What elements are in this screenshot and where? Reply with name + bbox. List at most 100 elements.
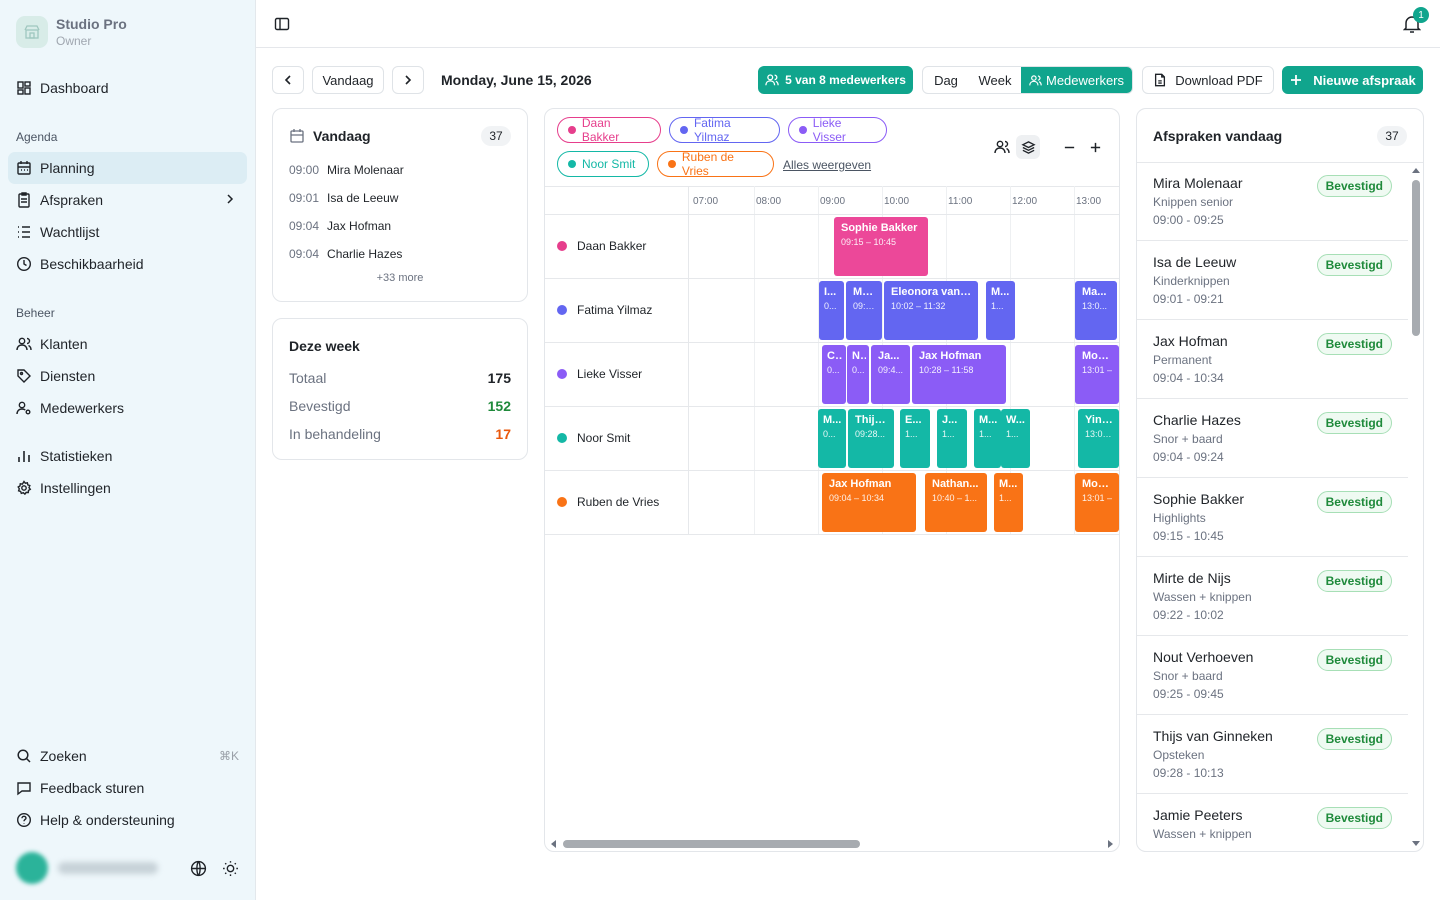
appointment-block[interactable]: M... 0... xyxy=(818,409,846,468)
appointment-block[interactable]: J... 1... xyxy=(937,409,967,468)
show-all-link[interactable]: Alles weergeven xyxy=(783,158,871,172)
staff-color-dot xyxy=(557,369,567,379)
staff-row-label: Fatima Yilmaz xyxy=(557,303,652,317)
appointment-time: 09:15 – 10:45 xyxy=(841,237,897,247)
help-icon xyxy=(16,812,32,828)
appointment-list-item[interactable]: Jax Hofman Permanent 09:04 - 10:34 Bevestig… xyxy=(1137,320,1408,399)
sidebar-item-planning[interactable]: Planning xyxy=(8,152,247,184)
download-pdf-button[interactable]: Download PDF xyxy=(1142,66,1274,94)
sidebar-item-diensten[interactable]: Diensten xyxy=(8,360,247,392)
appointment-block[interactable]: I... 0... xyxy=(819,281,844,340)
today-row[interactable]: 09:04 Jax Hofman xyxy=(289,219,391,233)
staff-chip[interactable]: Lieke Visser xyxy=(788,116,887,144)
appointment-list-item[interactable]: Jamie Peeters Wassen + knippen Bevestigd xyxy=(1137,794,1408,852)
appointment-client: Ma... xyxy=(1082,286,1107,298)
staff-chip[interactable]: Noor Smit xyxy=(557,151,649,177)
appointment-block[interactable]: Moham 13:01 – xyxy=(1075,345,1119,404)
next-day-button[interactable] xyxy=(392,66,424,94)
sidebar-item-afspraken[interactable]: Afspraken xyxy=(8,184,247,216)
today-row[interactable]: 09:04 Charlie Hazes xyxy=(289,247,402,261)
horizontal-scrollbar[interactable] xyxy=(548,838,1116,850)
scroll-up-icon[interactable] xyxy=(1412,167,1420,175)
appointment-block[interactable]: E... 1... xyxy=(900,409,930,468)
appointment-client: E... xyxy=(905,414,922,426)
prev-day-button[interactable] xyxy=(272,66,304,94)
appointment-list-item[interactable]: Nout Verhoeven Snor + baard 09:25 - 09:45 B… xyxy=(1137,636,1408,715)
sidebar-item-help[interactable]: Help & ondersteuning xyxy=(8,804,247,836)
appointment-block[interactable]: Eleonora van ... 10:02 – 11:32 xyxy=(884,281,978,340)
sun-icon[interactable] xyxy=(222,860,239,880)
appointment-time-range: 09:15 - 10:45 xyxy=(1153,529,1224,543)
service-name: Knippen senior xyxy=(1153,195,1234,209)
status-badge: Bevestigd xyxy=(1316,333,1392,355)
sidebar-toggle-icon[interactable] xyxy=(274,16,290,32)
appointment-client: Jax Hofman xyxy=(919,350,982,362)
sidebar-item-medewerkers[interactable]: Medewerkers xyxy=(8,392,247,424)
today-row[interactable]: 09:01 Isa de Leeuw xyxy=(289,191,398,205)
scrollbar-thumb[interactable] xyxy=(563,840,860,848)
staff-color-dot xyxy=(557,497,567,507)
appointment-block[interactable]: M... 1... xyxy=(974,409,1001,468)
appointment-block[interactable]: W... 1... xyxy=(1001,409,1030,468)
staff-column-divider xyxy=(688,186,689,534)
view-staff-tab[interactable]: Medewerkers xyxy=(1021,67,1132,93)
appointment-block[interactable]: M... 1... xyxy=(986,281,1015,340)
appointment-time: 10:40 – 1... xyxy=(932,493,978,503)
scroll-left-icon[interactable] xyxy=(550,840,558,848)
sidebar-item-label: Help & ondersteuning xyxy=(40,812,175,828)
new-appointment-button[interactable]: Nieuwe afspraak xyxy=(1282,66,1423,94)
sidebar-item-feedback[interactable]: Feedback sturen xyxy=(8,772,247,804)
appointment-block[interactable]: C... 0... xyxy=(822,345,846,404)
appointment-block[interactable]: N... 0... xyxy=(847,345,869,404)
scroll-right-icon[interactable] xyxy=(1106,840,1114,848)
vertical-scrollbar[interactable] xyxy=(1409,163,1423,851)
sidebar-item-statistieken[interactable]: Statistieken xyxy=(8,440,247,472)
appointment-time: 1... xyxy=(999,493,1012,503)
appointment-block[interactable]: Ja... 09:4... xyxy=(871,345,910,404)
brand[interactable]: Studio Pro Owner xyxy=(16,16,127,48)
staff-filter-button[interactable]: 5 van 8 medewerkers xyxy=(758,66,913,94)
today-row[interactable]: 09:00 Mira Molenaar xyxy=(289,163,404,177)
appointment-block[interactable]: Moham 13:01 – xyxy=(1075,473,1119,532)
appointment-list-item[interactable]: Mira Molenaar Knippen senior 09:00 - 09:25… xyxy=(1137,162,1408,241)
user-profile[interactable] xyxy=(16,852,240,884)
appointment-list-item[interactable]: Thijs van Ginneken Opsteken 09:28 - 10:13 B… xyxy=(1137,715,1408,794)
view-day-tab[interactable]: Dag xyxy=(923,67,969,93)
appointment-list-item[interactable]: Mirte de Nijs Wassen + knippen 09:22 - 10:… xyxy=(1137,557,1408,636)
scrollbar-thumb[interactable] xyxy=(1412,180,1420,336)
zoom-out-icon[interactable] xyxy=(1062,140,1076,154)
appointment-block[interactable]: Ma... 13:0... xyxy=(1075,281,1117,340)
staff-chip[interactable]: Fatima Yilmaz xyxy=(669,116,780,144)
appointment-list-item[interactable]: Sophie Bakker Highlights 09:15 - 10:45 Beve… xyxy=(1137,478,1408,557)
appointment-block[interactable]: M... 1... xyxy=(994,473,1023,532)
appointment-block[interactable]: Mir... 09:2... xyxy=(846,281,882,340)
sidebar-item-instellingen[interactable]: Instellingen xyxy=(8,472,247,504)
appointment-block[interactable]: Sophie Bakker 09:15 – 10:45 xyxy=(834,217,928,276)
staff-view-icon[interactable] xyxy=(993,139,1011,155)
appointment-list-item[interactable]: Isa de Leeuw Kinderknippen 09:01 - 09:21 Be… xyxy=(1137,241,1408,320)
today-button[interactable]: Vandaag xyxy=(312,66,384,94)
appointment-time: 13:01 – xyxy=(1082,365,1113,375)
sidebar-item-zoeken[interactable]: Zoeken ⌘K xyxy=(8,740,247,772)
sidebar-item-wachtlijst[interactable]: Wachtlijst xyxy=(8,216,247,248)
layers-icon[interactable] xyxy=(1016,135,1040,159)
staff-chip[interactable]: Daan Bakker xyxy=(557,116,661,144)
more-link[interactable]: +33 more xyxy=(273,272,527,284)
appointment-block[interactable]: Yint... 13:04... xyxy=(1078,409,1119,468)
globe-icon[interactable] xyxy=(190,860,207,880)
notification-bell[interactable]: 1 xyxy=(1403,7,1429,34)
appointment-block[interactable]: Nathan... 10:40 – 1... xyxy=(925,473,987,532)
sidebar-item-beschikbaarheid[interactable]: Beschikbaarheid xyxy=(8,248,247,280)
appointment-block[interactable]: Thijs... 09:28... xyxy=(848,409,894,468)
sidebar-item-klanten[interactable]: Klanten xyxy=(8,328,247,360)
sidebar-item-dashboard[interactable]: Dashboard xyxy=(8,72,247,104)
status-badge: Bevestigd xyxy=(1316,728,1392,750)
appointment-list-item[interactable]: Charlie Hazes Snor + baard 09:04 - 09:24 Be… xyxy=(1137,399,1408,478)
view-week-tab[interactable]: Week xyxy=(969,67,1021,93)
staff-chip[interactable]: Ruben de Vries xyxy=(657,150,774,178)
scroll-down-icon[interactable] xyxy=(1412,839,1420,847)
appointment-block[interactable]: Jax Hofman 09:04 – 10:34 xyxy=(822,473,916,532)
service-name: Snor + baard xyxy=(1153,432,1223,446)
zoom-in-icon[interactable] xyxy=(1088,140,1102,154)
appointment-block[interactable]: Jax Hofman 10:28 – 11:58 xyxy=(912,345,1006,404)
